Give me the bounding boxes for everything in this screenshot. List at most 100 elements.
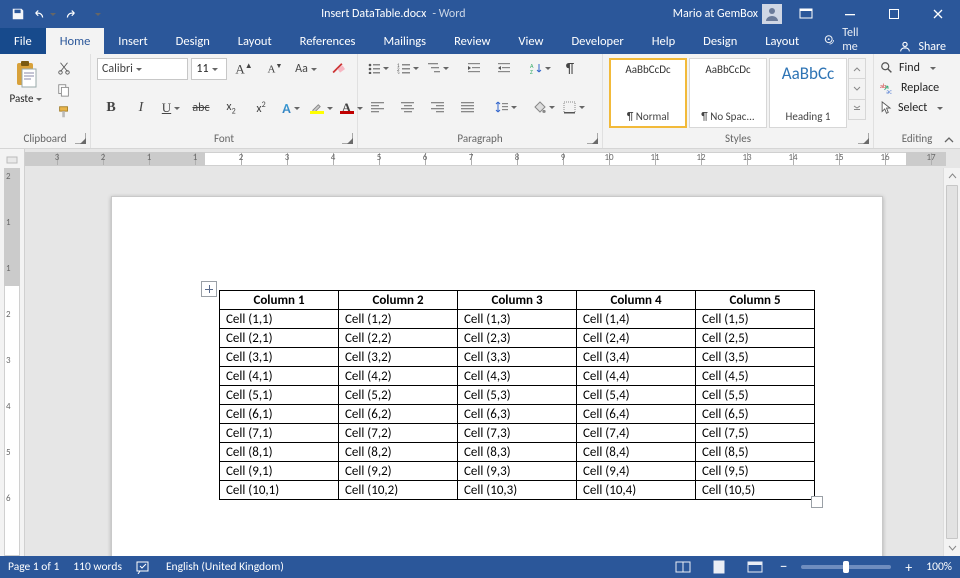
table-cell[interactable]: Cell (7,1) xyxy=(220,424,339,443)
table-cell[interactable]: Cell (5,5) xyxy=(696,386,815,405)
tab-references[interactable]: References xyxy=(286,28,370,54)
table-cell[interactable]: Cell (7,4) xyxy=(577,424,696,443)
table-cell[interactable]: Cell (10,4) xyxy=(577,481,696,500)
ribbon-display-options-button[interactable] xyxy=(786,0,826,28)
table-cell[interactable]: Cell (10,1) xyxy=(220,481,339,500)
line-spacing-button[interactable] xyxy=(492,97,520,117)
table-cell[interactable]: Cell (5,3) xyxy=(458,386,577,405)
styles-gallery-more[interactable] xyxy=(848,58,866,120)
table-row[interactable]: Cell (8,1)Cell (8,2)Cell (8,3)Cell (8,4)… xyxy=(220,443,815,462)
close-button[interactable] xyxy=(918,0,958,28)
tab-developer[interactable]: Developer xyxy=(557,28,637,54)
show-marks-button[interactable]: ¶ xyxy=(556,58,584,78)
table-cell[interactable]: Cell (10,5) xyxy=(696,481,815,500)
align-left-button[interactable] xyxy=(364,97,392,117)
table-cell[interactable]: Cell (2,3) xyxy=(458,329,577,348)
maximize-button[interactable] xyxy=(874,0,914,28)
table-cell[interactable]: Cell (5,4) xyxy=(577,386,696,405)
style--no-spac-[interactable]: AaBbCcDc¶ No Spac... xyxy=(689,58,767,128)
table-cell[interactable]: Cell (9,4) xyxy=(577,462,696,481)
align-center-button[interactable] xyxy=(394,97,422,117)
save-button[interactable] xyxy=(6,3,30,25)
table-cell[interactable]: Cell (4,5) xyxy=(696,367,815,386)
change-case-button[interactable]: Aa xyxy=(292,58,320,80)
find-button[interactable]: Find xyxy=(880,58,954,78)
table-resize-handle[interactable] xyxy=(811,496,823,508)
table-header[interactable]: Column 3 xyxy=(458,291,577,310)
table-cell[interactable]: Cell (8,1) xyxy=(220,443,339,462)
table-cell[interactable]: Cell (3,1) xyxy=(220,348,339,367)
borders-button[interactable] xyxy=(560,97,588,117)
scroll-down-button[interactable] xyxy=(944,540,960,556)
table-cell[interactable]: Cell (8,2) xyxy=(339,443,458,462)
table-cell[interactable]: Cell (6,2) xyxy=(339,405,458,424)
table-row[interactable]: Cell (9,1)Cell (9,2)Cell (9,3)Cell (9,4)… xyxy=(220,462,815,481)
bullets-button[interactable] xyxy=(364,58,392,78)
view-print-layout-button[interactable] xyxy=(708,558,730,576)
superscript-button[interactable]: x2 xyxy=(247,97,275,119)
collapse-ribbon-button[interactable] xyxy=(942,134,956,146)
table-cell[interactable]: Cell (2,1) xyxy=(220,329,339,348)
tab-insert[interactable]: Insert xyxy=(104,28,161,54)
redo-button[interactable] xyxy=(58,3,82,25)
style--normal[interactable]: AaBbCcDc¶ Normal xyxy=(609,58,687,128)
table-cell[interactable]: Cell (4,3) xyxy=(458,367,577,386)
table-row[interactable]: Cell (1,1)Cell (1,2)Cell (1,3)Cell (1,4)… xyxy=(220,310,815,329)
table-header[interactable]: Column 5 xyxy=(696,291,815,310)
table-header[interactable]: Column 4 xyxy=(577,291,696,310)
tab-file[interactable]: File xyxy=(0,28,46,54)
vertical-scrollbar[interactable] xyxy=(943,168,960,556)
copy-button[interactable] xyxy=(50,80,78,100)
table-cell[interactable]: Cell (6,4) xyxy=(577,405,696,424)
status-page[interactable]: Page 1 of 1 xyxy=(8,560,59,574)
status-word-count[interactable]: 110 words xyxy=(73,560,122,574)
table-row[interactable]: Cell (2,1)Cell (2,2)Cell (2,3)Cell (2,4)… xyxy=(220,329,815,348)
replace-button[interactable]: abacReplace xyxy=(880,78,954,98)
table-cell[interactable]: Cell (6,5) xyxy=(696,405,815,424)
select-button[interactable]: Select xyxy=(880,98,954,118)
table-cell[interactable]: Cell (8,5) xyxy=(696,443,815,462)
underline-button[interactable]: U xyxy=(157,97,185,119)
minimize-button[interactable] xyxy=(830,0,870,28)
table-cell[interactable]: Cell (2,5) xyxy=(696,329,815,348)
tab-view[interactable]: View xyxy=(504,28,557,54)
data-table[interactable]: Column 1Column 2Column 3Column 4Column 5… xyxy=(219,290,815,500)
cut-button[interactable] xyxy=(50,58,78,78)
scroll-up-button[interactable] xyxy=(944,168,960,184)
tab-review[interactable]: Review xyxy=(440,28,504,54)
undo-button[interactable] xyxy=(32,3,56,25)
table-cell[interactable]: Cell (1,3) xyxy=(458,310,577,329)
table-cell[interactable]: Cell (7,2) xyxy=(339,424,458,443)
text-effects-button[interactable]: A xyxy=(277,97,305,119)
table-cell[interactable]: Cell (9,2) xyxy=(339,462,458,481)
font-name-combo[interactable]: Calibri xyxy=(97,58,188,80)
account-avatar-icon[interactable] xyxy=(762,4,782,24)
qat-customize-button[interactable] xyxy=(84,3,108,25)
table-cell[interactable]: Cell (1,5) xyxy=(696,310,815,329)
font-size-combo[interactable]: 11 xyxy=(191,58,227,80)
share-button[interactable]: Share xyxy=(884,40,960,54)
styles-launcher[interactable] xyxy=(858,133,869,144)
table-cell[interactable]: Cell (2,2) xyxy=(339,329,458,348)
table-cell[interactable]: Cell (5,2) xyxy=(339,386,458,405)
sort-button[interactable]: AZ xyxy=(526,58,554,78)
table-header[interactable]: Column 2 xyxy=(339,291,458,310)
table-cell[interactable]: Cell (10,2) xyxy=(339,481,458,500)
table-row[interactable]: Cell (7,1)Cell (7,2)Cell (7,3)Cell (7,4)… xyxy=(220,424,815,443)
align-right-button[interactable] xyxy=(424,97,452,117)
table-cell[interactable]: Cell (7,3) xyxy=(458,424,577,443)
table-header[interactable]: Column 1 xyxy=(220,291,339,310)
table-cell[interactable]: Cell (7,5) xyxy=(696,424,815,443)
table-cell[interactable]: Cell (8,4) xyxy=(577,443,696,462)
shrink-font-button[interactable]: A▼ xyxy=(261,58,289,80)
tab-design[interactable]: Design xyxy=(162,28,224,54)
table-row[interactable]: Cell (10,1)Cell (10,2)Cell (10,3)Cell (1… xyxy=(220,481,815,500)
font-launcher[interactable] xyxy=(342,133,353,144)
decrease-indent-button[interactable] xyxy=(460,58,488,78)
shading-button[interactable] xyxy=(530,97,558,117)
account-user[interactable]: Mario at GemBox xyxy=(673,7,758,21)
zoom-in-button[interactable]: + xyxy=(905,559,912,576)
grow-font-button[interactable]: A▲ xyxy=(230,58,258,80)
table-cell[interactable]: Cell (4,2) xyxy=(339,367,458,386)
table-row[interactable]: Cell (3,1)Cell (3,2)Cell (3,3)Cell (3,4)… xyxy=(220,348,815,367)
